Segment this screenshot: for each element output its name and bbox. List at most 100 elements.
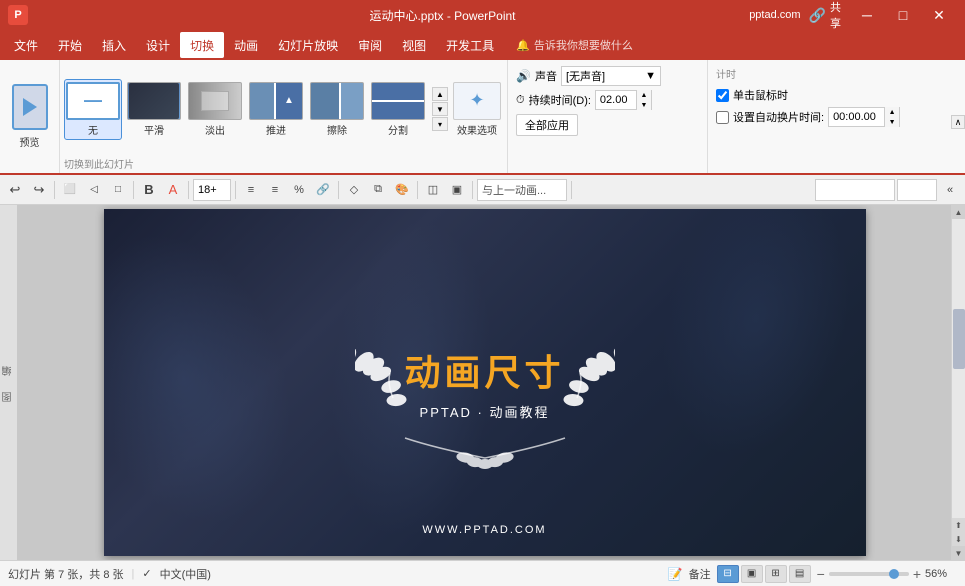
menu-slideshow[interactable]: 幻灯片放映: [268, 32, 348, 58]
sep4: [235, 181, 236, 199]
sep2: [133, 181, 134, 199]
audio-section: 🔊 声音 [无声音] ▼ ⏱ 持续时间(D): ▲ ▼ 全部应用: [508, 60, 708, 173]
font-bold[interactable]: B: [138, 179, 160, 201]
tb-btn-3[interactable]: ⬜: [59, 179, 81, 201]
menu-view[interactable]: 视图: [392, 32, 436, 58]
tb-btn-5[interactable]: □: [107, 179, 129, 201]
close-button[interactable]: ✕: [921, 0, 957, 30]
preview-button[interactable]: 预览: [12, 84, 48, 149]
auto-after-up[interactable]: ▲: [885, 107, 899, 117]
apply-all-button[interactable]: 全部应用: [516, 114, 578, 136]
redo-button[interactable]: ↪: [28, 179, 50, 201]
font-size-dropdown[interactable]: 18+: [193, 179, 231, 201]
audio-dropdown[interactable]: [无声音] ▼: [561, 66, 661, 86]
collapse-toolbar-button[interactable]: «: [939, 179, 961, 201]
scroll-up-button[interactable]: ▲: [952, 205, 965, 219]
auto-after-spinner[interactable]: ▲ ▼: [828, 107, 900, 127]
tb-arrange[interactable]: ⧉: [367, 179, 389, 201]
wreath-container: 动画尺寸 PPTAD · 动画教程: [355, 293, 615, 473]
transition-split[interactable]: 分割: [369, 80, 427, 139]
audio-value: [无声音]: [566, 68, 605, 84]
vertical-scrollbar: ▲ ⬆ ⬇ ▼: [951, 205, 965, 560]
transition-wipe[interactable]: 擦除: [308, 80, 366, 139]
sep5: [338, 181, 339, 199]
ribbon-effect-scroll: ▲ ▼ ▾: [432, 87, 448, 131]
duration-spinner[interactable]: ▲ ▼: [595, 90, 652, 110]
transition-smooth[interactable]: 平滑: [125, 80, 183, 139]
scroll-page-up[interactable]: ⬆: [952, 518, 965, 532]
undo-button[interactable]: ↩: [4, 179, 26, 201]
view-outline[interactable]: ▣: [741, 565, 763, 583]
menu-review[interactable]: 审阅: [348, 32, 392, 58]
tb-box2[interactable]: [897, 179, 937, 201]
maximize-button[interactable]: □: [885, 0, 921, 30]
minimize-button[interactable]: ─: [849, 0, 885, 30]
duration-label: 持续时间(D):: [529, 92, 591, 108]
tb-more1[interactable]: ◫: [422, 179, 444, 201]
transition-fade[interactable]: 淡出: [186, 80, 244, 139]
duration-input[interactable]: [596, 91, 636, 109]
menu-search[interactable]: 告诉我你想要做什么: [534, 37, 633, 53]
menu-devtools[interactable]: 开发工具: [436, 32, 504, 58]
audio-dropdown-icon: ▼: [645, 70, 656, 82]
tb-btn-4[interactable]: ◁: [83, 179, 105, 201]
tb-box1[interactable]: [815, 179, 895, 201]
sep7: [472, 181, 473, 199]
titlebar-logo: P: [8, 5, 128, 25]
slide-panel: 动画尺寸 PPTAD · 动画教程 WWW.PPTAD.COM: [18, 205, 951, 560]
menu-design[interactable]: 设计: [136, 32, 180, 58]
scroll-thumb[interactable]: [953, 309, 965, 369]
menu-animations[interactable]: 动画: [224, 32, 268, 58]
titlebar-title: 运动中心.pptx - PowerPoint: [128, 7, 757, 24]
on-click-checkbox[interactable]: [716, 89, 729, 102]
sidebar-text: 图 编: [1, 363, 16, 402]
align-center[interactable]: ≡: [264, 179, 286, 201]
scroll-down-button[interactable]: ▼: [952, 546, 965, 560]
align-left[interactable]: ≡: [240, 179, 262, 201]
statusbar-sep1: |: [132, 568, 135, 580]
sep1: [54, 181, 55, 199]
tb-fill[interactable]: 🎨: [391, 179, 413, 201]
zoom-slider-track[interactable]: [829, 572, 909, 576]
scroll-more-btn[interactable]: ▾: [432, 117, 448, 131]
view-normal[interactable]: ⊟: [717, 565, 739, 583]
timing-section: 计时 单击鼠标时 设置自动换片时间: ▲ ▼: [708, 60, 908, 173]
notes-label[interactable]: 备注: [689, 566, 711, 582]
scroll-track[interactable]: [952, 219, 965, 518]
ribbon-collapse-button[interactable]: ∧: [951, 115, 965, 129]
animation-pane-label[interactable]: 与上一动画...: [477, 179, 567, 201]
tb-percent[interactable]: %: [288, 179, 310, 201]
menu-transitions[interactable]: 切换: [180, 32, 224, 58]
menu-home[interactable]: 开始: [48, 32, 92, 58]
zoom-in-button[interactable]: +: [913, 566, 921, 582]
share-label[interactable]: 共享: [830, 0, 841, 31]
transition-push[interactable]: ▲ 推进: [247, 80, 305, 139]
preview-section: 预览: [0, 60, 60, 173]
slide-canvas: 动画尺寸 PPTAD · 动画教程 WWW.PPTAD.COM: [104, 209, 866, 556]
tb-link[interactable]: 🔗: [312, 179, 334, 201]
tb-shape[interactable]: ◇: [343, 179, 365, 201]
transition-none[interactable]: — 无: [64, 79, 122, 140]
menu-insert[interactable]: 插入: [92, 32, 136, 58]
slide-content: 动画尺寸 PPTAD · 动画教程: [104, 209, 866, 556]
duration-up[interactable]: ▲: [637, 90, 651, 100]
zoom-out-button[interactable]: −: [817, 566, 825, 582]
duration-down[interactable]: ▼: [637, 100, 651, 110]
view-reading[interactable]: ▤: [789, 565, 811, 583]
effect-options-button[interactable]: ✦ 效果选项: [451, 80, 503, 139]
statusbar: 幻灯片 第 7 张，共 8 张 | ✓ 中文(中国) 📝 备注 ⊟ ▣ ⊞ ▤ …: [0, 560, 965, 586]
menu-file[interactable]: 文件: [4, 32, 48, 58]
scroll-page-down[interactable]: ⬇: [952, 532, 965, 546]
scroll-down-btn[interactable]: ▼: [432, 102, 448, 116]
font-color[interactable]: A: [162, 179, 184, 201]
auto-after-checkbox[interactable]: [716, 111, 729, 124]
zoom-slider-thumb[interactable]: [889, 569, 899, 579]
auto-after-input[interactable]: [829, 108, 884, 126]
audio-icon: 🔊: [516, 69, 531, 83]
view-slide-sorter[interactable]: ⊞: [765, 565, 787, 583]
tb-more2[interactable]: ▣: [446, 179, 468, 201]
scroll-up-btn[interactable]: ▲: [432, 87, 448, 101]
auto-after-down[interactable]: ▼: [885, 117, 899, 127]
slide-title: 动画尺寸: [404, 344, 564, 396]
zoom-percent[interactable]: 56%: [925, 568, 957, 580]
